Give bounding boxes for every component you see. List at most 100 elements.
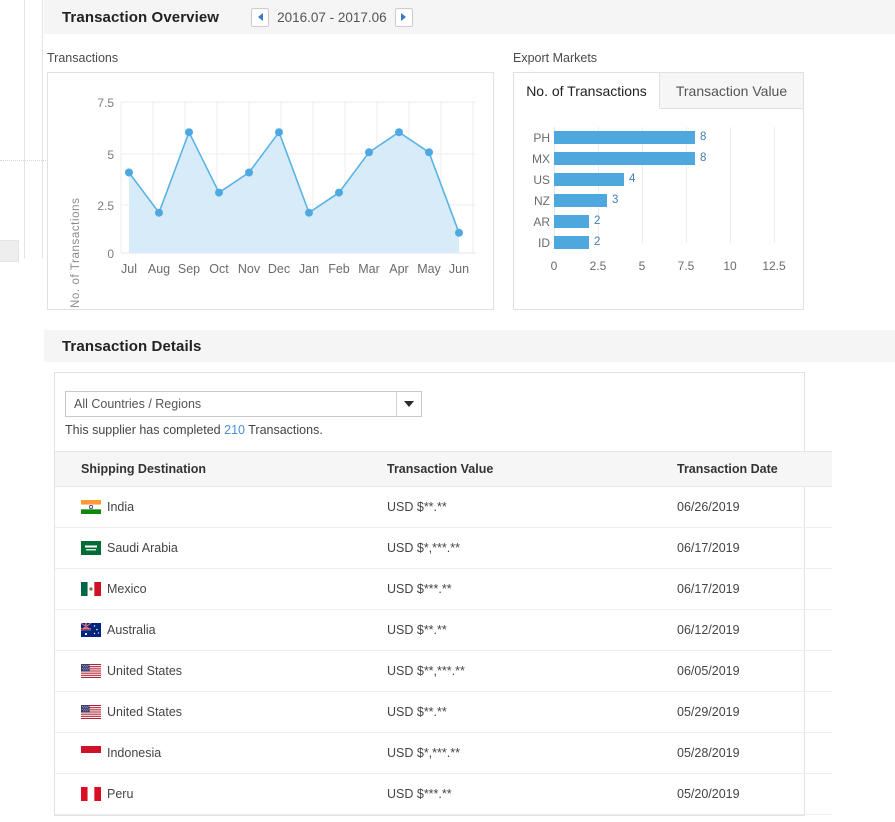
line-chart-xtick-3: Oct xyxy=(209,262,229,276)
country-filter-select[interactable]: All Countries / Regions xyxy=(65,391,422,417)
tab-transaction-value-label: Transaction Value xyxy=(675,82,788,99)
line-chart-xtick-8: Mar xyxy=(358,262,380,276)
cell-shipping-destination: Peru xyxy=(55,773,387,815)
cell-shipping-destination: India xyxy=(55,486,387,528)
date-range-label: 2016.07 - 2017.06 xyxy=(277,9,387,25)
supplier-transaction-note: This supplier has completed 210 Transact… xyxy=(55,417,804,451)
bar-chart-value-ph: 8 xyxy=(700,131,707,143)
table-row[interactable]: Australia USD $**.** 06/12/2019 xyxy=(55,609,832,651)
bar-chart-bar-ph xyxy=(554,131,695,144)
tab-transaction-value[interactable]: Transaction Value xyxy=(660,73,803,109)
country-filter-value: All Countries / Regions xyxy=(74,397,202,411)
table-row[interactable]: United States USD $**.** 05/29/2019 xyxy=(55,691,832,733)
export-markets-panel: No. of Transactions Transaction Value PH… xyxy=(513,72,804,310)
flag-icon xyxy=(81,500,101,514)
line-chart-xtick-4: Nov xyxy=(237,262,261,276)
date-range-pager: 2016.07 - 2017.06 xyxy=(251,7,413,27)
bar-chart-value-us: 4 xyxy=(629,173,636,185)
cell-transaction-value: USD $*,***.** xyxy=(387,732,677,774)
bar-chart-value-mx: 8 xyxy=(700,152,707,164)
transactions-line-chart-panel: No. of Transactions 7.5 5 2.5 0 Jul Aug … xyxy=(47,72,494,310)
page-edge-rule-inner xyxy=(42,0,43,258)
cell-shipping-destination: United States xyxy=(55,650,387,692)
bar-chart-gridline-75 xyxy=(686,127,687,243)
page-edge-box xyxy=(0,240,19,262)
flag-icon xyxy=(81,787,101,801)
bar-chart-caption: Export Markets xyxy=(513,51,598,65)
supplier-note-suffix: Transactions. xyxy=(248,423,323,437)
table-row[interactable]: India USD $**.** 06/26/2019 xyxy=(55,486,832,528)
bar-chart-gridline-125 xyxy=(774,127,775,243)
transaction-details-panel: All Countries / Regions This supplier ha… xyxy=(54,372,832,816)
tab-no-of-transactions[interactable]: No. of Transactions xyxy=(514,73,660,109)
table-row[interactable]: Indonesia USD $*,***.** 05/28/2019 xyxy=(55,732,832,774)
triangle-right-icon xyxy=(401,13,407,21)
bar-chart-xtick-10: 10 xyxy=(723,259,737,273)
prev-period-button[interactable] xyxy=(251,7,270,27)
table-row[interactable]: Saudi Arabia USD $*,***.** 06/17/2019 xyxy=(55,527,832,569)
bar-chart-bar-us xyxy=(554,173,624,186)
transaction-details-header: Transaction Details xyxy=(44,330,895,362)
flag-icon xyxy=(81,705,101,719)
line-chart-xtick-7: Feb xyxy=(328,262,350,276)
bar-chart-label-nz: NZ xyxy=(534,194,550,208)
triangle-left-icon xyxy=(257,13,263,21)
cell-shipping-destination: Mexico xyxy=(55,568,387,610)
destination-country-label: India xyxy=(107,500,135,514)
tab-no-of-transactions-label: No. of Transactions xyxy=(526,82,647,99)
bar-chart-gridline-5 xyxy=(642,127,643,243)
country-filter-row: All Countries / Regions xyxy=(55,373,804,417)
flag-icon xyxy=(81,746,101,760)
country-filter-arrow[interactable] xyxy=(396,392,421,416)
bar-chart-value-nz: 3 xyxy=(612,194,619,206)
bar-chart-xtick-5: 5 xyxy=(638,259,646,273)
cell-transaction-value: USD $**,***.** xyxy=(387,650,677,692)
destination-country-label: Indonesia xyxy=(107,746,162,760)
table-row[interactable]: Peru USD $***.** 05/20/2019 xyxy=(55,773,832,815)
column-transaction-date: Transaction Date xyxy=(677,451,832,487)
bar-chart-xtick-0: 0 xyxy=(550,259,558,273)
table-row[interactable]: Mexico USD $***.** 06/17/2019 xyxy=(55,568,832,610)
cell-transaction-value: USD $**.** xyxy=(387,486,677,528)
cell-transaction-date: 06/05/2019 xyxy=(677,650,832,692)
cell-transaction-value: USD $**.** xyxy=(387,609,677,651)
bar-chart-gridline-10 xyxy=(730,127,731,243)
cell-transaction-value: USD $*,***.** xyxy=(387,527,677,569)
line-chart-xtick-0: Jul xyxy=(121,262,137,276)
bar-chart-value-id: 2 xyxy=(594,236,601,248)
cell-transaction-date: 06/17/2019 xyxy=(677,568,832,610)
bar-chart-label-us: US xyxy=(533,173,550,187)
bar-chart-label-ph: PH xyxy=(533,131,550,145)
cell-transaction-date: 06/26/2019 xyxy=(677,486,832,528)
bar-chart-bar-mx xyxy=(554,152,695,165)
line-chart-xtick-11: Jun xyxy=(448,262,470,276)
flag-icon xyxy=(81,582,101,596)
cell-transaction-date: 06/17/2019 xyxy=(677,527,832,569)
cell-transaction-value: USD $***.** xyxy=(387,568,677,610)
bar-chart-xtick-75: 7.5 xyxy=(677,259,695,273)
destination-country-label: Mexico xyxy=(107,582,147,596)
page-title: Transaction Overview xyxy=(62,8,220,26)
table-header-row: Shipping Destination Transaction Value T… xyxy=(55,451,832,487)
bar-chart-bar-id xyxy=(554,236,589,249)
table-row[interactable]: United States USD $**,***.** 06/05/2019 xyxy=(55,650,832,692)
page-edge-rule-left xyxy=(24,0,25,258)
column-shipping-destination: Shipping Destination xyxy=(55,451,387,487)
flag-icon xyxy=(81,541,101,555)
next-period-button[interactable] xyxy=(394,7,413,27)
transaction-overview-header: Transaction Overview 2016.07 - 2017.06 xyxy=(44,0,895,34)
export-markets-bar-chart: PH 8 MX 8 US 4 NZ 3 AR 2 ID 2 0 2.5 5 7.… xyxy=(514,109,805,309)
export-markets-tabs: No. of Transactions Transaction Value xyxy=(514,73,803,109)
line-chart: No. of Transactions 7.5 5 2.5 0 Jul Aug … xyxy=(48,73,495,311)
cell-transaction-date: 05/20/2019 xyxy=(677,773,832,815)
line-chart-xtick-5: Dec xyxy=(267,262,291,276)
line-chart-area-fill xyxy=(129,132,459,253)
bar-chart-label-mx: MX xyxy=(532,152,550,166)
bar-chart-label-ar: AR xyxy=(533,215,550,229)
line-chart-xtick-6: Jan xyxy=(298,262,320,276)
line-chart-xtick-1: Aug xyxy=(147,262,171,276)
cell-transaction-value: USD $***.** xyxy=(387,773,677,815)
flag-icon xyxy=(81,623,101,637)
cell-shipping-destination: Indonesia xyxy=(55,732,387,774)
transactions-table-body: India USD $**.** 06/26/2019 Saudi Arabia USD… xyxy=(55,486,832,815)
